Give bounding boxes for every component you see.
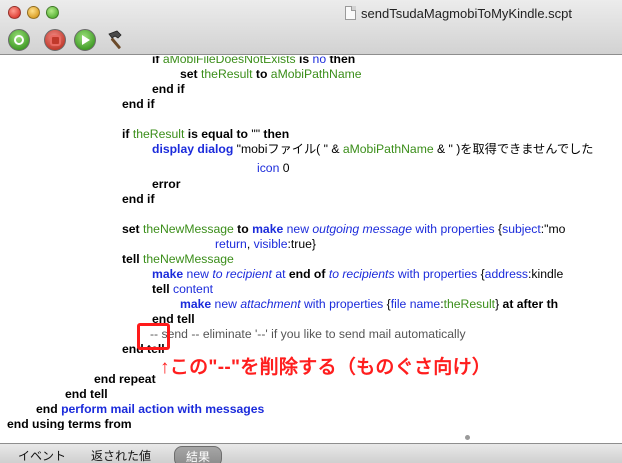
annotation-text: ↑この"--"を削除する（ものぐさ向け） [160,357,492,378]
tab-returned-values[interactable]: 返された値 [91,447,151,463]
code-line: set theResult to aMobiPathName [180,67,362,81]
code-line: end using terms from [7,417,132,430]
record-icon [14,35,24,45]
script-editor-window: sendTsudaMagmobiToMyKindle.scpt if aMobi… [0,0,622,463]
code-line: make new to recipient at end of to recip… [152,267,564,281]
code-line: end if [152,82,185,96]
code-line: set theNewMessage to make new outgoing m… [122,222,566,236]
zoom-window-icon[interactable] [46,6,59,19]
run-button[interactable] [74,29,96,51]
splitter-handle-icon[interactable] [465,435,470,440]
code-line: end tell [65,387,108,401]
code-line: error [152,177,181,191]
code-line: icon 0 [257,161,290,175]
code-line: return, visible:true} [215,237,316,251]
bottom-tab-bar: イベント 返された値 結果 [0,443,622,463]
tab-events[interactable]: イベント [18,447,66,463]
window-title-group: sendTsudaMagmobiToMyKindle.scpt [345,5,572,21]
stop-button[interactable] [44,29,66,51]
code-line: tell content [152,282,213,296]
tab-result[interactable]: 結果 [174,446,223,463]
code-line: end if [122,192,155,206]
minimize-window-icon[interactable] [27,6,40,19]
code-line: tell theNewMessage [122,252,234,266]
stop-icon [49,34,61,46]
code-line: end if [122,97,155,111]
commented-send-line: -- send -- eliminate '--' if you like to… [150,327,466,341]
comment-highlight-box [137,323,170,350]
record-button[interactable] [8,29,30,51]
window-title: sendTsudaMagmobiToMyKindle.scpt [361,5,572,21]
compile-hammer-icon [108,30,122,49]
close-window-icon[interactable] [8,6,21,19]
code-line: if theResult is equal to "" then [122,127,290,141]
run-icon [82,35,90,45]
code-line: end perform mail action with messages [36,402,265,416]
code-line: if aMobiFileDoesNotExists is no then [152,56,356,66]
code-line: make new attachment with properties {fil… [180,297,559,311]
code-line: display dialog "mobiファイル( " & aMobiPathN… [152,142,594,156]
compile-button[interactable] [105,29,127,51]
title-bar: sendTsudaMagmobiToMyKindle.scpt [0,0,622,55]
script-document-icon [345,6,356,20]
code-line: end repeat [94,372,156,386]
